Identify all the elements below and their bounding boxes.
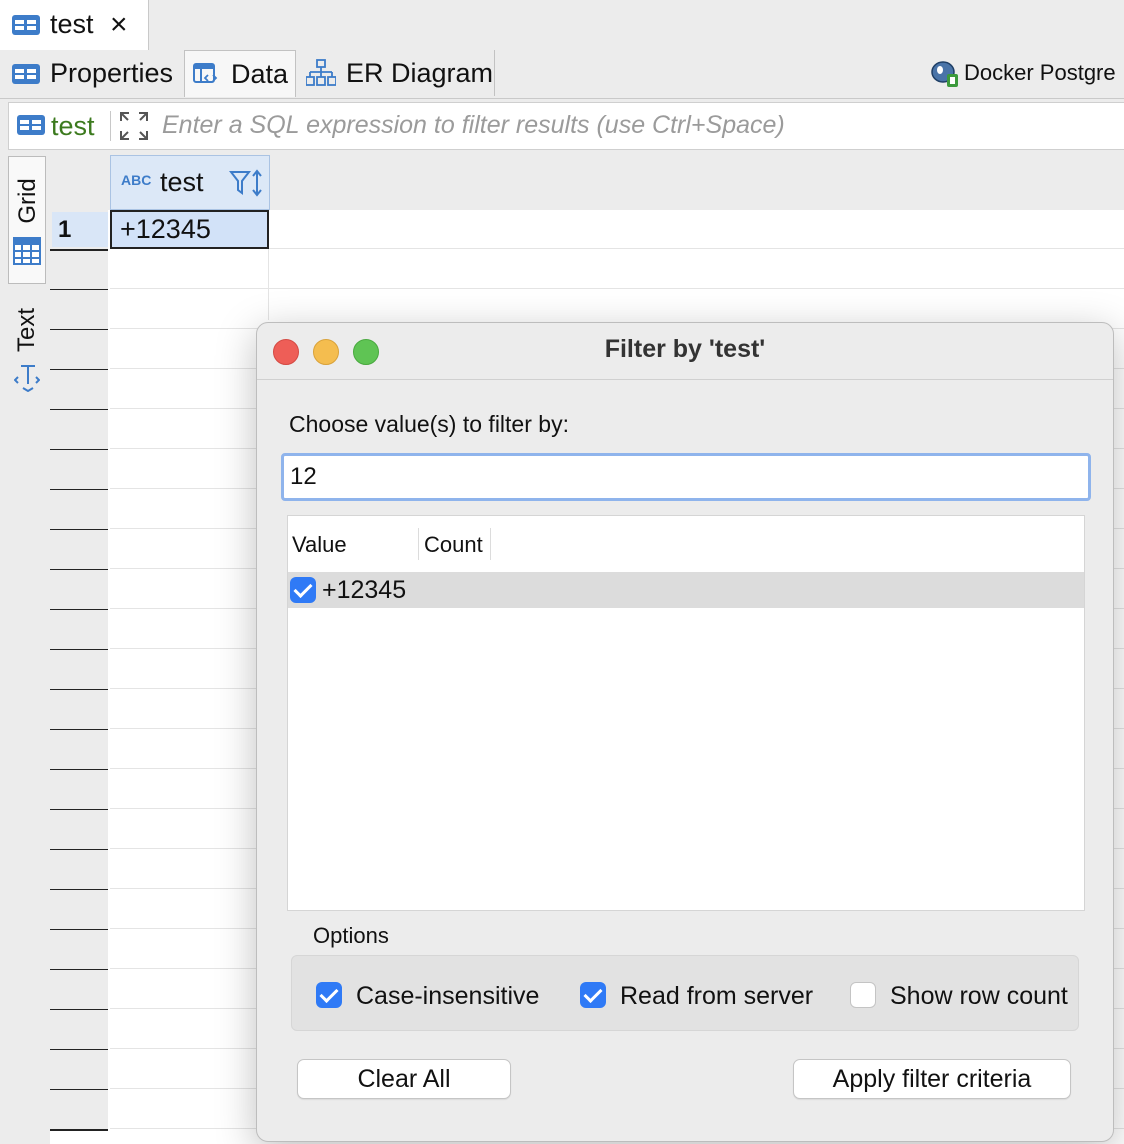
filter-value-text: 12 xyxy=(290,463,317,490)
row-number-cell[interactable] xyxy=(50,530,108,571)
table-icon xyxy=(17,115,45,135)
row-number-selected[interactable]: 1 xyxy=(52,212,108,247)
header-divider xyxy=(490,528,491,560)
tab-text-label: Text xyxy=(13,308,40,353)
table-icon xyxy=(12,64,40,84)
row-number-cell[interactable] xyxy=(50,290,108,331)
column-header-label: test xyxy=(160,167,204,197)
row-number-cell[interactable] xyxy=(50,970,108,1011)
filter-value-input[interactable]: 12 xyxy=(281,453,1091,501)
tab-grid-label: Grid xyxy=(14,178,41,224)
editor-tab-bar xyxy=(0,0,1124,51)
editor-tab-test[interactable]: test × xyxy=(0,0,149,50)
tab-properties[interactable]: Properties xyxy=(0,50,182,96)
row-number-cell[interactable] xyxy=(50,1090,108,1131)
row-number-cell[interactable] xyxy=(50,370,108,411)
case-insensitive-label[interactable]: Case-insensitive xyxy=(356,982,539,1011)
row-number-cell[interactable] xyxy=(50,810,108,851)
tab-text[interactable]: Text xyxy=(8,296,44,406)
row-number-cell[interactable] xyxy=(50,850,108,891)
options-group: Case-insensitive Read from server Show r… xyxy=(291,955,1079,1031)
row-number-cell[interactable] xyxy=(50,250,108,291)
column-type-badge: ABC xyxy=(121,172,152,188)
list-item-value: +12345 xyxy=(322,576,407,604)
row-number-cell[interactable] xyxy=(50,610,108,651)
row-number-cell[interactable] xyxy=(50,1010,108,1051)
value-list-header: Value Count xyxy=(288,516,1084,573)
filter-input[interactable]: Enter a SQL expression to filter results… xyxy=(162,111,785,140)
er-diagram-icon xyxy=(305,59,337,87)
tab-data-label: Data xyxy=(231,59,289,89)
close-icon[interactable]: × xyxy=(110,8,128,42)
header-divider xyxy=(418,528,419,560)
postgres-elephant-icon xyxy=(930,60,960,88)
apply-filter-button[interactable]: Apply filter criteria xyxy=(793,1059,1071,1099)
grid-icon xyxy=(13,237,41,265)
row-number-cell[interactable] xyxy=(50,730,108,771)
grid-cell[interactable]: +12345 xyxy=(110,210,269,249)
row-number-cell[interactable] xyxy=(50,1050,108,1091)
case-insensitive-checkbox[interactable] xyxy=(316,982,342,1008)
show-row-count-label[interactable]: Show row count xyxy=(890,982,1068,1011)
table-icon xyxy=(12,15,40,35)
data-icon xyxy=(193,62,219,86)
expand-icon[interactable] xyxy=(119,111,149,141)
grid-row-line xyxy=(110,288,1124,289)
tab-er-diagram-label: ER Diagram xyxy=(346,58,494,88)
row-number: 1 xyxy=(58,216,72,243)
tab-properties-label: Properties xyxy=(50,58,174,88)
show-row-count-checkbox[interactable] xyxy=(850,982,876,1008)
sub-tab-bar: Properties Data ER Diagram Docker Postgr… xyxy=(0,50,1124,99)
list-item[interactable]: +12345 xyxy=(288,572,1084,608)
column-header-count[interactable]: Count xyxy=(424,532,483,558)
text-icon xyxy=(13,364,41,393)
filter-dialog: Filter by 'test' Choose value(s) to filt… xyxy=(256,322,1114,1142)
read-from-server-label[interactable]: Read from server xyxy=(620,982,813,1011)
connection-selector[interactable]: Docker Postgre xyxy=(928,58,1124,90)
row-number-cell[interactable] xyxy=(50,410,108,451)
filter-sort-icon[interactable] xyxy=(228,168,265,198)
filter-table-label: test xyxy=(51,111,95,141)
row-number-cell[interactable] xyxy=(50,890,108,931)
column-header-test[interactable]: ABC test xyxy=(110,155,270,210)
tab-grid[interactable]: Grid xyxy=(8,156,46,284)
clear-all-button[interactable]: Clear All xyxy=(297,1059,511,1099)
row-number-cell[interactable] xyxy=(50,650,108,691)
filter-divider xyxy=(110,111,111,141)
row-number-cell[interactable] xyxy=(50,450,108,491)
dialog-titlebar: Filter by 'test' xyxy=(257,323,1113,380)
filter-prompt: Choose value(s) to filter by: xyxy=(289,411,569,437)
list-item-checkbox[interactable] xyxy=(290,577,316,603)
value-list: Value Count +12345 xyxy=(287,515,1085,911)
row-number-cell[interactable] xyxy=(50,570,108,611)
read-from-server-checkbox[interactable] xyxy=(580,982,606,1008)
dialog-title: Filter by 'test' xyxy=(604,335,766,363)
row-number-cell[interactable] xyxy=(50,690,108,731)
connection-label: Docker Postgre xyxy=(964,60,1116,85)
editor-tab-label: test xyxy=(50,9,94,39)
row-number-cell[interactable] xyxy=(50,770,108,811)
row-number-cell[interactable] xyxy=(50,330,108,371)
row-number-cell[interactable] xyxy=(50,930,108,971)
options-label: Options xyxy=(313,923,389,948)
row-number-cell[interactable] xyxy=(50,490,108,531)
tab-er-diagram[interactable]: ER Diagram xyxy=(298,50,495,96)
column-header-value[interactable]: Value xyxy=(292,532,347,558)
filter-bar: test Enter a SQL expression to filter re… xyxy=(8,102,1124,150)
view-tabs: Grid Text xyxy=(0,152,50,1144)
tab-data[interactable]: Data xyxy=(184,50,296,97)
grid-cell-value: +12345 xyxy=(120,214,211,244)
